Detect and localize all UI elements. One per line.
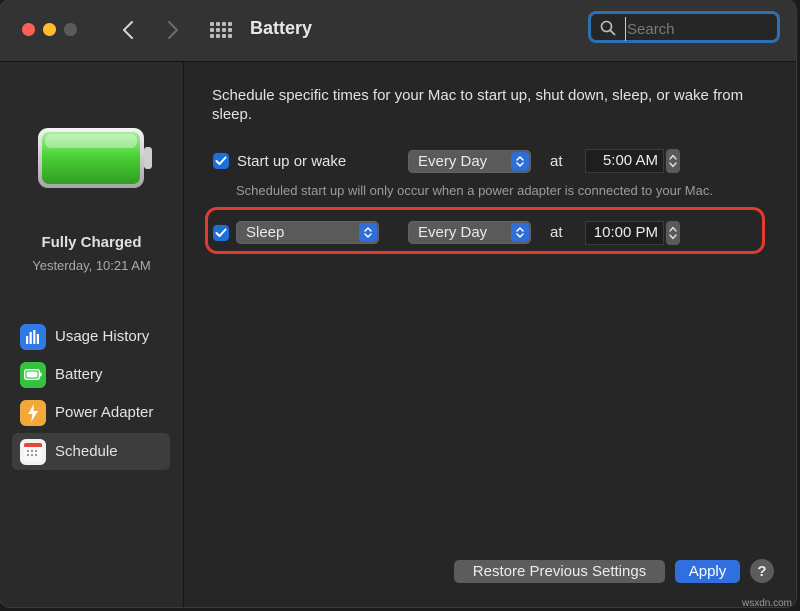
startup-at-label: at (550, 153, 563, 170)
title-bar: Battery (0, 0, 796, 62)
battery-status-time: Yesterday, 10:21 AM (32, 258, 151, 273)
window-title: Battery (250, 18, 313, 38)
schedule-pane: Schedule specific times for your Mac to … (184, 62, 796, 607)
schedule-description: Schedule specific times for your Mac to … (212, 87, 744, 123)
sidebar-item-power-adapter[interactable]: Power Adapter (12, 394, 170, 431)
battery-status-icon (38, 128, 152, 188)
startup-frequency-select[interactable]: Every Day (408, 150, 531, 173)
apply-button[interactable]: Apply (675, 560, 740, 583)
bar-chart-icon (20, 323, 46, 350)
startup-checkbox[interactable] (213, 153, 229, 169)
up-down-chevron-icon (511, 152, 529, 171)
back-button[interactable] (115, 16, 141, 44)
sidebar-item-schedule[interactable]: Schedule (12, 433, 170, 470)
search-field[interactable] (588, 11, 780, 43)
restore-previous-settings-button[interactable]: Restore Previous Settings (454, 560, 665, 583)
zoom-window-button[interactable] (64, 23, 77, 36)
forward-button[interactable] (160, 16, 186, 44)
chevron-left-icon (123, 21, 133, 39)
power-adapter-note: Scheduled start up will only occur when … (236, 183, 713, 198)
startup-label: Start up or wake (237, 153, 347, 170)
battery-status-title: Fully Charged (41, 234, 142, 251)
calendar-icon (20, 438, 46, 465)
checkmark-icon (215, 156, 227, 165)
startup-time-field[interactable]: 5:00 AM (585, 149, 664, 173)
sleep-row-highlight (205, 207, 765, 254)
show-all-grid-icon[interactable] (210, 19, 232, 41)
help-button[interactable]: ? (750, 559, 774, 583)
stepper-arrows-icon (669, 154, 677, 168)
sidebar: Fully Charged Yesterday, 10:21 AM Usage … (0, 62, 184, 607)
sidebar-item-label: Battery (55, 366, 103, 383)
startup-frequency-value: Every Day (418, 153, 488, 170)
lightning-bolt-icon (20, 399, 46, 426)
close-window-button[interactable] (22, 23, 35, 36)
sidebar-item-usage-history[interactable]: Usage History (12, 318, 170, 355)
watermark: wsxdn.com (741, 598, 792, 609)
minimize-window-button[interactable] (43, 23, 56, 36)
chevron-right-icon (168, 21, 178, 39)
search-input[interactable] (625, 17, 777, 41)
battery-icon (20, 361, 46, 388)
sidebar-item-battery[interactable]: Battery (12, 356, 170, 393)
startup-time-stepper[interactable] (666, 149, 680, 173)
sidebar-item-label: Usage History (55, 328, 150, 345)
sidebar-item-label: Power Adapter (55, 404, 154, 421)
preferences-window: Battery Search Fully Charged Yesterday, … (0, 0, 796, 607)
sidebar-item-label: Schedule (55, 443, 118, 460)
search-icon (600, 20, 616, 36)
